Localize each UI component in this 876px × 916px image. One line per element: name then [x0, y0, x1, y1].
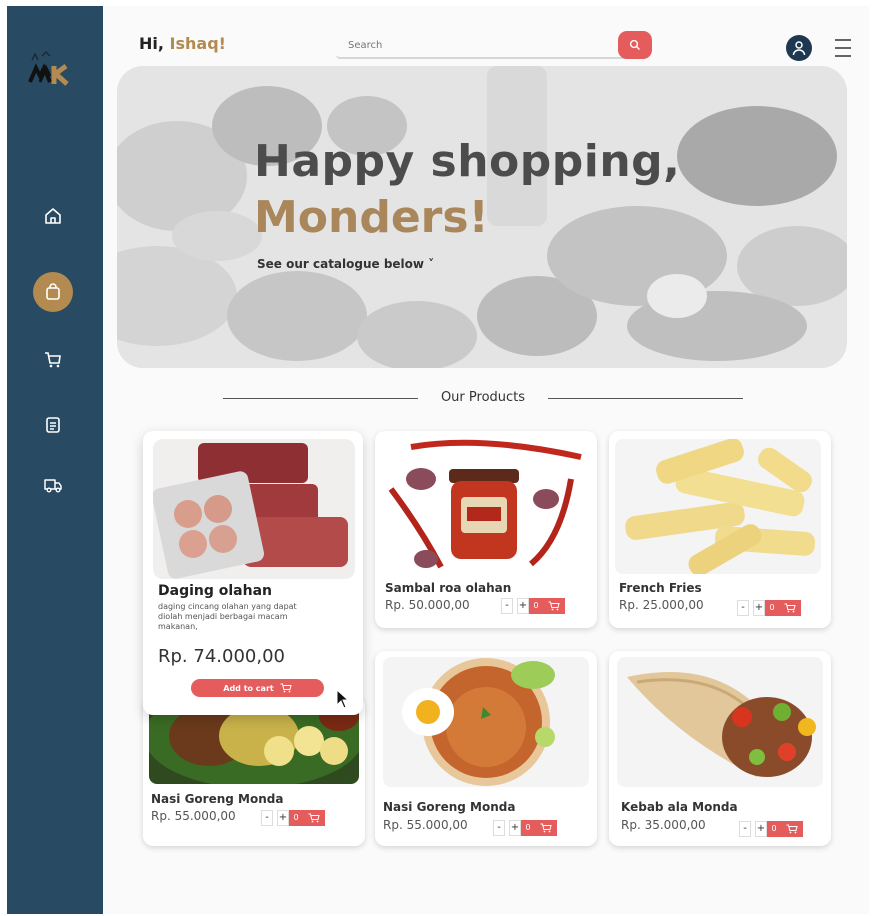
- add-to-cart-button[interactable]: [543, 598, 565, 614]
- catalogue-link[interactable]: See our catalogue below ˅: [257, 257, 434, 271]
- increase-button[interactable]: +: [517, 598, 529, 614]
- search-button[interactable]: [618, 31, 652, 59]
- add-to-cart-button[interactable]: [781, 821, 803, 837]
- product-name: Daging olahan: [158, 583, 272, 599]
- product-card-sambal-roa[interactable]: Sambal roa olahan Rp. 50.000,00 - + 0: [375, 431, 597, 628]
- greeting-prefix: Hi,: [139, 34, 170, 53]
- menu-button[interactable]: [833, 36, 853, 60]
- quantity-count: 0: [767, 821, 781, 837]
- featured-product-card[interactable]: Daging olahan daging cincang olahan yang…: [143, 431, 363, 715]
- decrease-button[interactable]: -: [737, 600, 749, 616]
- product-image: [615, 439, 821, 574]
- quantity-stepper: - + 0: [493, 820, 557, 836]
- hamburger-menu-icon: [835, 39, 851, 57]
- sidebar: [7, 6, 103, 914]
- hero-title-line2: Monders!: [254, 192, 489, 243]
- product-image: [153, 439, 355, 579]
- quantity-count: 0: [529, 598, 543, 614]
- product-price: Rp. 74.000,00: [158, 646, 285, 667]
- product-name: Kebab ala Monda: [621, 800, 738, 814]
- product-price: Rp. 55.000,00: [151, 809, 236, 823]
- quantity-count: 0: [289, 810, 303, 826]
- add-to-cart-button[interactable]: Add to cart: [191, 679, 324, 697]
- product-name: Sambal roa olahan: [385, 581, 512, 595]
- cart-icon: [280, 683, 292, 693]
- orders-list-icon: [46, 417, 60, 433]
- product-name: Nasi Goreng Monda: [383, 800, 516, 814]
- greeting-name: Ishaq!: [169, 34, 226, 53]
- shopping-bag-icon: [46, 283, 60, 300]
- cart-icon: [540, 823, 552, 833]
- increase-button[interactable]: +: [509, 820, 521, 836]
- product-card-kebab[interactable]: Kebab ala Monda Rp. 35.000,00 - + 0: [609, 651, 831, 846]
- product-name: Nasi Goreng Monda: [151, 792, 284, 806]
- quantity-count: 0: [765, 600, 779, 616]
- products-section-header: Our Products: [223, 388, 743, 408]
- add-to-cart-button[interactable]: [779, 600, 801, 616]
- search-input[interactable]: [336, 33, 636, 59]
- add-to-cart-button[interactable]: [303, 810, 325, 826]
- quantity-stepper: - + 0: [739, 821, 803, 837]
- product-card-nasi-goreng-2[interactable]: Nasi Goreng Monda Rp. 55.000,00 - + 0: [375, 651, 597, 846]
- decrease-button[interactable]: -: [739, 821, 751, 837]
- delivery-truck-icon: [44, 479, 62, 493]
- main-content: Hi, Ishaq! Search Happy shopping, Monder…: [103, 6, 869, 914]
- cart-icon: [786, 824, 798, 834]
- divider-right: [548, 398, 743, 399]
- greeting: Hi, Ishaq!: [139, 34, 226, 53]
- product-price: Rp. 50.000,00: [385, 598, 470, 612]
- product-image: [617, 657, 823, 787]
- cart-icon: [308, 813, 320, 823]
- cart-icon: [548, 601, 560, 611]
- sidebar-item-delivery[interactable]: [35, 467, 71, 503]
- add-to-cart-button[interactable]: [535, 820, 557, 836]
- decrease-button[interactable]: -: [493, 820, 505, 836]
- home-icon: [45, 208, 61, 224]
- product-price: Rp. 35.000,00: [621, 818, 706, 832]
- product-card-nasi-goreng-1[interactable]: Nasi Goreng Monda Rp. 55.000,00 - + 0: [143, 696, 365, 846]
- product-price: Rp. 25.000,00: [619, 598, 704, 612]
- products-section-title: Our Products: [440, 390, 526, 405]
- brand-logo[interactable]: [26, 46, 78, 90]
- quantity-stepper: - + 0: [261, 810, 325, 826]
- product-name: French Fries: [619, 581, 702, 595]
- increase-button[interactable]: +: [755, 821, 767, 837]
- divider-left: [223, 398, 418, 399]
- product-card-french-fries[interactable]: French Fries Rp. 25.000,00 - + 0: [609, 431, 831, 628]
- add-to-cart-label: Add to cart: [223, 683, 274, 693]
- decrease-button[interactable]: -: [501, 598, 513, 614]
- app-frame: Hi, Ishaq! Search Happy shopping, Monder…: [7, 6, 869, 914]
- decrease-button[interactable]: -: [261, 810, 273, 826]
- product-price: Rp. 55.000,00: [383, 818, 468, 832]
- product-image: [381, 439, 587, 574]
- product-description: daging cincang olahan yang dapat diolah …: [158, 602, 297, 631]
- user-profile-button[interactable]: [786, 35, 812, 61]
- sidebar-item-home[interactable]: [35, 198, 71, 234]
- product-image: [383, 657, 589, 787]
- cart-icon: [45, 352, 61, 368]
- increase-button[interactable]: +: [753, 600, 765, 616]
- sidebar-item-cart[interactable]: [35, 342, 71, 378]
- quantity-count: 0: [521, 820, 535, 836]
- sidebar-item-orders[interactable]: [35, 407, 71, 443]
- user-icon: [792, 41, 806, 56]
- hero-banner: Happy shopping, Monders! See our catalog…: [117, 66, 847, 368]
- hero-title-line1: Happy shopping,: [254, 136, 681, 187]
- search-bar: [336, 31, 656, 61]
- cart-icon: [784, 603, 796, 613]
- sidebar-item-shop[interactable]: [33, 272, 73, 312]
- increase-button[interactable]: +: [277, 810, 289, 826]
- quantity-stepper: - + 0: [737, 600, 801, 616]
- mouse-cursor-icon: [336, 689, 350, 709]
- quantity-stepper: - + 0: [501, 598, 565, 614]
- search-icon: [629, 39, 640, 50]
